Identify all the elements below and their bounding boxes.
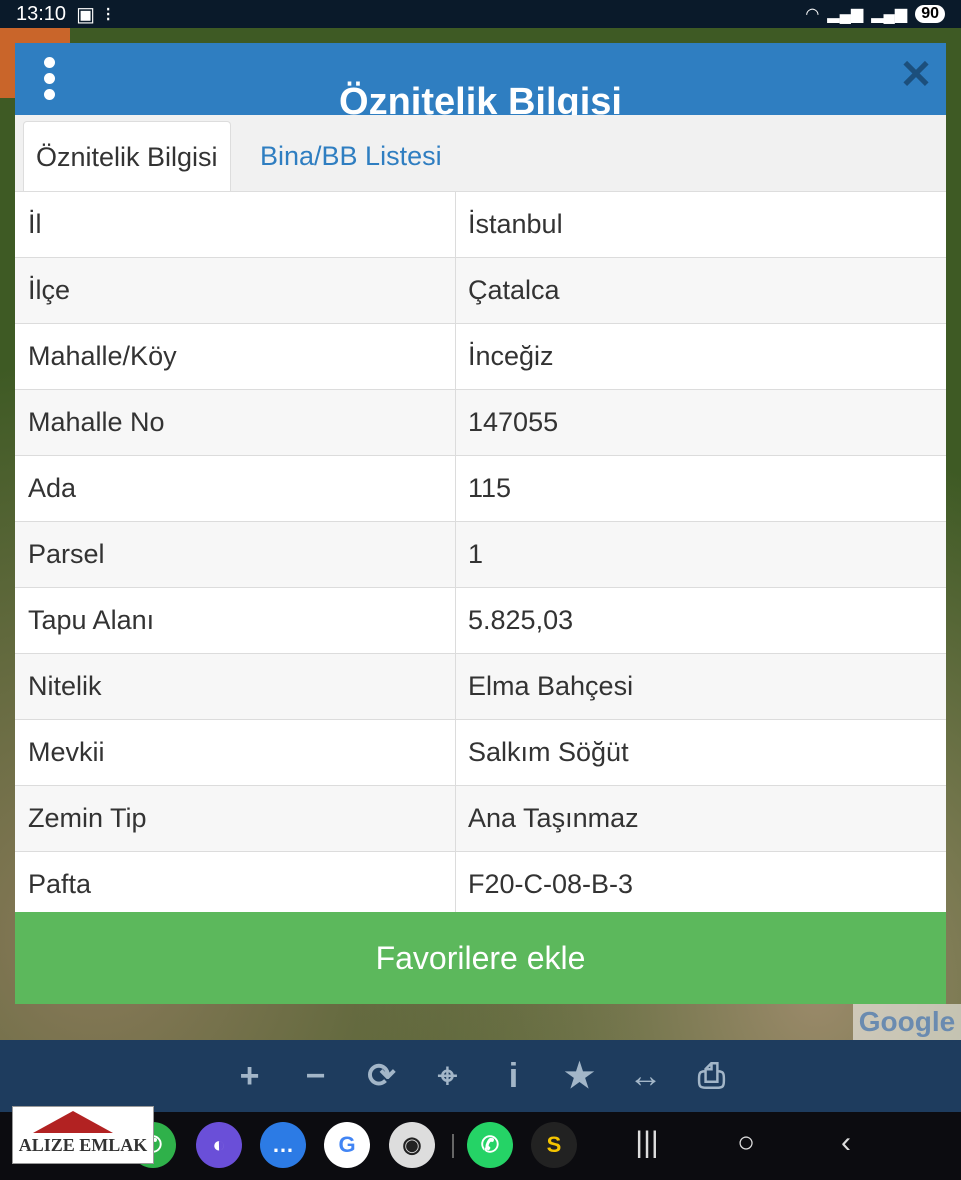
attribute-key: Mahalle No [15,390,456,455]
zoom-in-icon[interactable]: + [232,1058,268,1094]
back-icon[interactable]: ‹ [826,1126,866,1160]
screenshot-icon: ▣ [76,3,95,26]
internet-app-icon[interactable]: ◐ [196,1122,242,1168]
table-row: Nitelik Elma Bahçesi [15,654,946,720]
attribute-value: F20-C-08-B-3 [468,869,634,899]
wifi-icon: ◠ [805,6,820,23]
attribute-dialog: Öznitelik Bilgisi ✕ Öznitelik Bilgisi Bi… [15,43,946,1004]
table-row: Pafta F20-C-08-B-3 [15,852,946,918]
attribute-key: Zemin Tip [15,786,456,851]
close-icon[interactable]: ✕ [898,55,934,95]
attribute-key: İl [15,192,456,257]
attribute-key: Mevkii [15,720,456,785]
table-row: İl İstanbul [15,192,946,258]
zoom-out-icon[interactable]: − [298,1058,334,1094]
status-bar: 13:10 ▣ ⁝ ◠ ▂▄▆ ▂▄▆ 90 [0,0,961,28]
dialog-header: Öznitelik Bilgisi ✕ [15,43,946,115]
attribute-value: Salkım Söğüt [468,737,629,767]
attribute-value: 1 [468,539,484,569]
signal-icon: ▂▄▆ [827,6,864,23]
measure-icon[interactable]: ↔ [628,1058,664,1094]
attribute-value: 5.825,03 [468,605,574,635]
refresh-icon[interactable]: ⟳ [364,1058,400,1094]
locate-icon[interactable]: ⌖ [430,1058,466,1094]
add-favorite-button[interactable]: Favorilere ekle [15,912,946,1004]
table-row: Ada 115 [15,456,946,522]
map-toolbar: + − ⟳ ⌖ i ★ ↔ ⎙ [0,1040,961,1112]
attribute-value: İstanbul [468,209,563,239]
steps-icon: ⁝ [104,3,112,26]
dialog-title: Öznitelik Bilgisi [339,81,622,115]
table-row: Parsel 1 [15,522,946,588]
print-icon[interactable]: ⎙ [694,1058,730,1094]
dock-separator [452,1134,454,1158]
attribute-key: Mahalle/Köy [15,324,456,389]
table-row: Tapu Alanı 5.825,03 [15,588,946,654]
attribute-value: 147055 [468,407,559,437]
attribute-value: 115 [468,473,512,503]
info-icon[interactable]: i [496,1058,532,1094]
attribute-value: Elma Bahçesi [468,671,634,701]
sahibinden-pro-app-icon[interactable]: S [531,1122,577,1168]
star-icon[interactable]: ★ [562,1058,598,1094]
attribute-key: İlçe [15,258,456,323]
attribute-value: Ana Taşınmaz [468,803,639,833]
attribute-key: Ada [15,456,456,521]
attribute-key: Tapu Alanı [15,588,456,653]
tab-attribute-info[interactable]: Öznitelik Bilgisi [23,121,231,191]
whatsapp-app-icon[interactable]: ✆ [467,1122,513,1168]
table-row: Mevkii Salkım Söğüt [15,720,946,786]
attribute-key: Pafta [15,852,456,917]
battery-indicator: 90 [915,5,945,23]
attribute-key: Parsel [15,522,456,587]
clock: 13:10 [16,2,67,25]
google-app-icon[interactable]: G [324,1122,370,1168]
agency-logo-text: ALIZE EMLAK [18,1135,148,1155]
table-row: Mahalle No 147055 [15,390,946,456]
messages-app-icon[interactable]: … [260,1122,306,1168]
agency-logo: ALIZE EMLAK [12,1106,154,1164]
signal-icon-2: ▂▄▆ [871,6,908,23]
attribute-value: Çatalca [468,275,560,305]
table-row: Zemin Tip Ana Taşınmaz [15,786,946,852]
google-logo: Google [853,1004,961,1040]
attribute-value: İnceğiz [468,341,554,371]
recent-apps-icon[interactable]: ||| [627,1126,667,1160]
tab-bar: Öznitelik Bilgisi Bina/BB Listesi [15,115,946,192]
attribute-key: Nitelik [15,654,456,719]
table-row: İlçe Çatalca [15,258,946,324]
tab-building-list[interactable]: Bina/BB Listesi [248,121,454,191]
camera-app-icon[interactable]: ◉ [389,1122,435,1168]
attribute-table: İl İstanbul İlçe Çatalca Mahalle/Köy İnceğiz M… [15,192,946,918]
home-icon[interactable]: ○ [726,1126,766,1160]
table-row: Mahalle/Köy İnceğiz [15,324,946,390]
logo-roof-shape [33,1111,113,1133]
